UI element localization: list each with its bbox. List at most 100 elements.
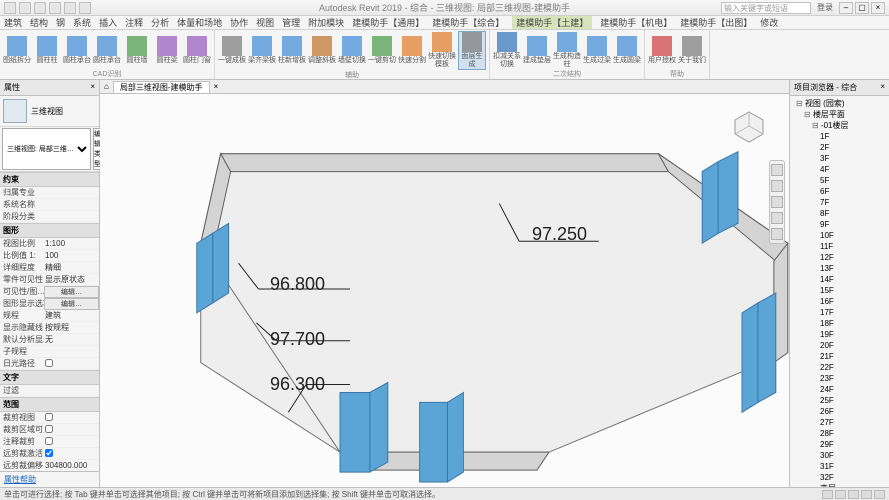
property-row[interactable]: 视图比例1:100 bbox=[0, 238, 99, 250]
dimension-annotation[interactable]: 96.300 bbox=[270, 374, 325, 395]
window-close-icon[interactable]: × bbox=[871, 2, 885, 14]
ribbon-button[interactable]: 柱新增板 bbox=[278, 36, 306, 65]
property-row[interactable]: 注释裁剪 bbox=[0, 436, 99, 448]
property-value[interactable]: 编辑… bbox=[44, 286, 99, 298]
tree-node[interactable]: 21F bbox=[792, 351, 887, 362]
tree-node[interactable]: 4F bbox=[792, 164, 887, 175]
ribbon-button[interactable]: 圆柱承台 bbox=[93, 36, 121, 65]
property-row[interactable]: 零件可见性显示原状态 bbox=[0, 274, 99, 286]
ribbon-button[interactable]: 关于我们 bbox=[678, 36, 706, 65]
ribbon-tab[interactable]: 建模助手【土建】 bbox=[512, 16, 592, 29]
tree-node[interactable]: 17F bbox=[792, 307, 887, 318]
property-checkbox[interactable] bbox=[45, 413, 53, 421]
property-value[interactable]: 按规程 bbox=[44, 322, 99, 333]
help-search-input[interactable]: 输入关键字或短语 bbox=[721, 2, 811, 14]
property-value[interactable]: 精细 bbox=[44, 262, 99, 273]
property-row[interactable]: 归属专业 bbox=[0, 187, 99, 199]
ribbon-tab[interactable]: 附加模块 bbox=[308, 16, 344, 29]
property-row[interactable]: 图形显示选项编辑… bbox=[0, 298, 99, 310]
view-tab[interactable]: 局部三维视图-建模助手 bbox=[113, 81, 210, 93]
ribbon-button[interactable]: 一键成板 bbox=[218, 36, 246, 65]
status-pin-icon[interactable] bbox=[874, 490, 885, 499]
property-row[interactable]: 默认分析显示…无 bbox=[0, 334, 99, 346]
ribbon-tab[interactable]: 系统 bbox=[73, 16, 91, 29]
property-row[interactable]: 裁剪区域可见 bbox=[0, 424, 99, 436]
viewport[interactable]: ⌂ 局部三维视图-建模助手 × bbox=[100, 80, 789, 487]
property-value[interactable]: 304800.000 bbox=[44, 461, 99, 470]
nav-lookat-icon[interactable] bbox=[771, 228, 783, 240]
tree-node[interactable]: 11F bbox=[792, 241, 887, 252]
nav-pan-icon[interactable] bbox=[771, 180, 783, 192]
ribbon-button[interactable]: 生成过梁 bbox=[583, 36, 611, 65]
tree-node[interactable]: 25F bbox=[792, 395, 887, 406]
property-value[interactable]: 100 bbox=[44, 251, 99, 260]
tree-node[interactable]: -01楼层 bbox=[792, 120, 887, 131]
ribbon-tab[interactable]: 体量和场地 bbox=[177, 16, 222, 29]
ribbon-button[interactable]: 扣减关系切换 bbox=[493, 32, 521, 69]
property-value[interactable] bbox=[44, 437, 99, 447]
status-drag-icon[interactable] bbox=[848, 490, 859, 499]
ribbon-button[interactable]: 调整斜板 bbox=[308, 36, 336, 65]
property-row[interactable]: 系统名称 bbox=[0, 199, 99, 211]
ribbon-button[interactable]: 快速切换模板 bbox=[428, 32, 456, 69]
ribbon-tab[interactable]: 建模助手【机电】 bbox=[600, 16, 672, 29]
tree-node[interactable]: 8F bbox=[792, 208, 887, 219]
property-row[interactable]: 日光路径 bbox=[0, 358, 99, 370]
ribbon-tab[interactable]: 钢 bbox=[56, 16, 65, 29]
window-maximize-icon[interactable]: ▢ bbox=[855, 2, 869, 14]
property-value[interactable] bbox=[44, 413, 99, 423]
tree-node[interactable]: 9F bbox=[792, 219, 887, 230]
ribbon-button[interactable]: 圆柱门窗 bbox=[183, 36, 211, 65]
property-row[interactable]: 可见性/图…编辑… bbox=[0, 286, 99, 298]
ribbon-button[interactable]: 圆柱承台 bbox=[63, 36, 91, 65]
ribbon-tab[interactable]: 视图 bbox=[256, 16, 274, 29]
qat-redo-icon[interactable] bbox=[64, 2, 76, 14]
ribbon-button[interactable]: 圆柱梁 bbox=[153, 36, 181, 65]
property-row[interactable]: 规程建筑 bbox=[0, 310, 99, 322]
ribbon-button[interactable]: 生成构造柱 bbox=[553, 32, 581, 69]
status-select-icon[interactable] bbox=[835, 490, 846, 499]
tree-node[interactable]: 19F bbox=[792, 329, 887, 340]
tree-node[interactable]: 22F bbox=[792, 362, 887, 373]
tree-node[interactable]: 14F bbox=[792, 274, 887, 285]
project-browser-close-icon[interactable]: × bbox=[880, 82, 885, 93]
qat-undo-icon[interactable] bbox=[49, 2, 61, 14]
qat-print-icon[interactable] bbox=[79, 2, 91, 14]
tree-node[interactable]: 5F bbox=[792, 175, 887, 186]
viewport-nav-icon[interactable]: ⌂ bbox=[104, 82, 109, 91]
properties-help-link[interactable]: 属性帮助 bbox=[0, 471, 99, 487]
ribbon-tab[interactable]: 管理 bbox=[282, 16, 300, 29]
property-value[interactable] bbox=[44, 359, 99, 369]
properties-close-icon[interactable]: × bbox=[90, 82, 95, 93]
property-row[interactable]: 显示隐藏线按规程 bbox=[0, 322, 99, 334]
tree-node[interactable]: 32F bbox=[792, 472, 887, 483]
tree-node[interactable]: 23F bbox=[792, 373, 887, 384]
ribbon-button[interactable]: 用户授权 bbox=[648, 36, 676, 65]
property-row[interactable]: 裁剪视图 bbox=[0, 412, 99, 424]
tree-node[interactable]: 16F bbox=[792, 296, 887, 307]
tree-node[interactable]: 12F bbox=[792, 252, 887, 263]
tree-node[interactable]: 13F bbox=[792, 263, 887, 274]
tree-node[interactable]: 1F bbox=[792, 131, 887, 142]
tree-node[interactable]: 31F bbox=[792, 461, 887, 472]
ribbon-tab[interactable]: 建模助手【通用】 bbox=[352, 16, 424, 29]
window-minimize-icon[interactable]: – bbox=[839, 2, 853, 14]
tree-node[interactable]: 27F bbox=[792, 417, 887, 428]
property-row[interactable]: 阶段分类 bbox=[0, 211, 99, 223]
property-checkbox[interactable] bbox=[45, 449, 53, 457]
property-value[interactable]: 1:100 bbox=[44, 239, 99, 248]
property-row[interactable]: 远剪裁激活 bbox=[0, 448, 99, 460]
ribbon-tab[interactable]: 插入 bbox=[99, 16, 117, 29]
tree-node[interactable]: 10F bbox=[792, 230, 887, 241]
tree-node[interactable]: 2F bbox=[792, 142, 887, 153]
nav-wheel-icon[interactable] bbox=[771, 164, 783, 176]
ribbon-tab[interactable]: 建模助手【出图】 bbox=[680, 16, 752, 29]
ribbon-tab[interactable]: 建筑 bbox=[4, 16, 22, 29]
property-value[interactable] bbox=[44, 449, 99, 459]
tree-node[interactable]: 15F bbox=[792, 285, 887, 296]
ribbon-button[interactable]: 快速分割 bbox=[398, 36, 426, 65]
tree-node[interactable]: 30F bbox=[792, 450, 887, 461]
status-link-icon[interactable] bbox=[861, 490, 872, 499]
ribbon-button[interactable]: 墙壁切换 bbox=[338, 36, 366, 65]
ribbon-button[interactable]: 圆柱墙 bbox=[123, 36, 151, 65]
